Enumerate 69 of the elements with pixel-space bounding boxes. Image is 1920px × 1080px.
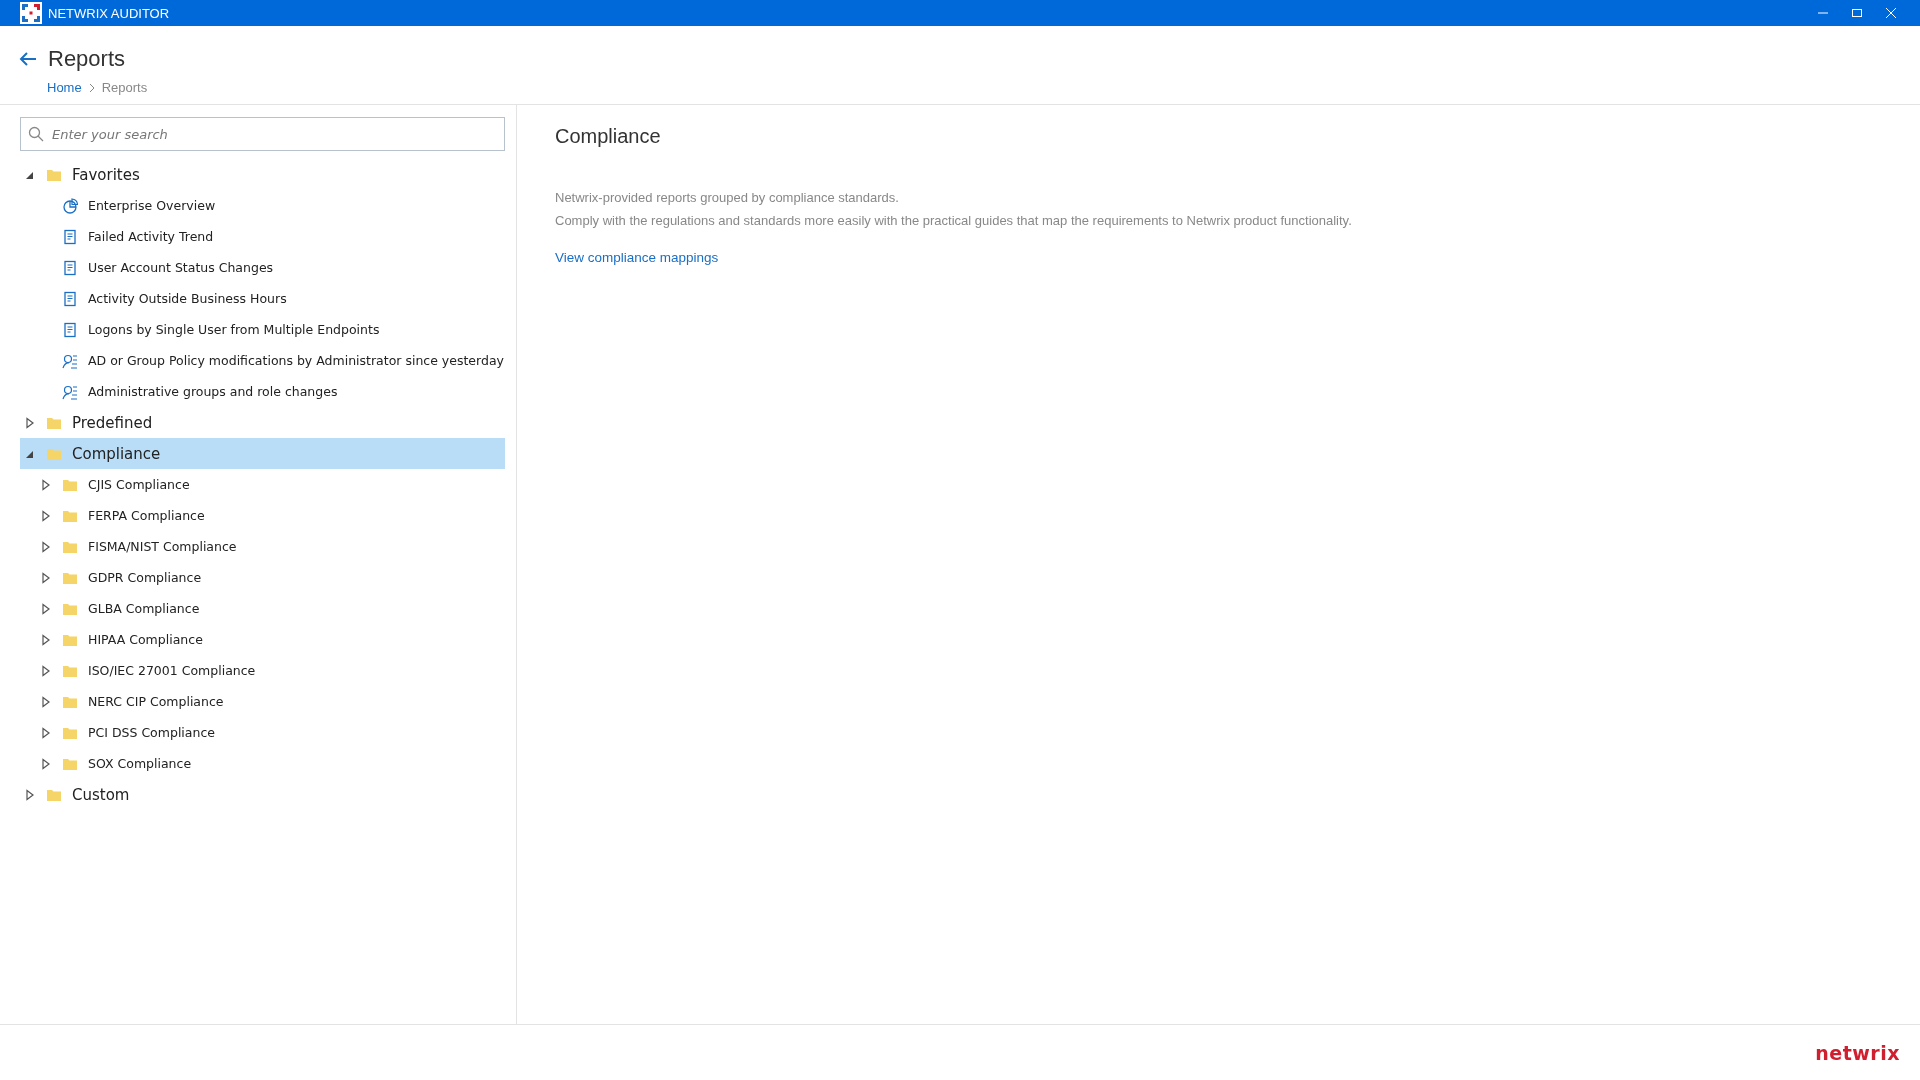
app-logo-icon xyxy=(20,2,42,24)
folder-icon xyxy=(62,694,78,709)
expand-icon[interactable] xyxy=(40,664,52,677)
folder-icon xyxy=(62,477,78,492)
tree-item[interactable]: Custom xyxy=(20,779,505,810)
folder-icon xyxy=(46,167,62,182)
tree-item[interactable]: Predefined xyxy=(20,407,505,438)
tree-item[interactable]: FERPA Compliance xyxy=(20,500,505,531)
folder-icon xyxy=(62,539,78,554)
tree-item[interactable]: FISMA/NIST Compliance xyxy=(20,531,505,562)
folder-icon xyxy=(62,663,78,678)
folder-icon xyxy=(62,508,78,523)
tree-item[interactable]: Activity Outside Business Hours xyxy=(20,283,505,314)
folder-icon xyxy=(62,725,78,740)
user-list-icon xyxy=(62,383,78,400)
tree-item[interactable]: PCI DSS Compliance xyxy=(20,717,505,748)
expand-icon[interactable] xyxy=(40,695,52,708)
expand-icon[interactable] xyxy=(40,571,52,584)
close-icon xyxy=(1885,7,1897,19)
pie-chart-icon xyxy=(62,197,78,214)
tree-item[interactable]: HIPAA Compliance xyxy=(20,624,505,655)
tree-item[interactable]: Failed Activity Trend xyxy=(20,221,505,252)
folder-icon xyxy=(62,632,78,647)
tree-item[interactable]: CJIS Compliance xyxy=(20,469,505,500)
tree-item[interactable]: ISO/IEC 27001 Compliance xyxy=(20,655,505,686)
folder-icon xyxy=(46,787,62,802)
expand-icon[interactable] xyxy=(24,788,36,801)
tree-item[interactable]: AD or Group Policy modifications by Administrator since yesterday xyxy=(20,345,505,376)
tree-item[interactable]: Favorites xyxy=(20,159,505,190)
user-list-icon xyxy=(62,352,78,369)
description-text: Comply with the regulations and standards more easily with the practical guides that map the requirements to Netwrix product functionality. xyxy=(555,212,1353,230)
breadcrumb-current: Reports xyxy=(101,80,148,95)
document-icon xyxy=(62,259,78,276)
tree-item[interactable]: GDPR Compliance xyxy=(20,562,505,593)
document-icon xyxy=(62,321,78,338)
folder-icon xyxy=(46,415,62,430)
expand-icon[interactable] xyxy=(40,478,52,491)
brand-logo: netwrix xyxy=(1815,1041,1900,1064)
mappings-link[interactable]: View compliance mappings xyxy=(555,250,719,265)
chevron-icon xyxy=(87,82,96,93)
search-icon xyxy=(28,126,44,142)
expand-icon[interactable] xyxy=(40,757,52,770)
search-field[interactable]: Enter your search xyxy=(20,117,505,151)
folder-icon xyxy=(62,756,78,771)
tree-item[interactable]: User Account Status Changes xyxy=(20,252,505,283)
section-title: Compliance xyxy=(555,125,662,148)
folder-icon xyxy=(62,601,78,616)
description-text: Netwrix-provided reports grouped by compliance standards. xyxy=(555,189,900,207)
expand-icon[interactable] xyxy=(40,540,52,553)
tree-item[interactable]: Enterprise Overview xyxy=(20,190,505,221)
breadcrumb-link[interactable]: Home xyxy=(47,80,82,95)
window-title: NETWRIX AUDITOR xyxy=(48,5,171,21)
expand-icon[interactable] xyxy=(40,726,52,739)
tree-item[interactable]: Compliance xyxy=(20,438,505,469)
expand-icon[interactable] xyxy=(40,602,52,615)
tree-item[interactable]: GLBA Compliance xyxy=(20,593,505,624)
document-icon xyxy=(62,228,78,245)
folder-icon xyxy=(62,570,78,585)
expand-icon[interactable] xyxy=(40,633,52,646)
tree-item[interactable]: Logons by Single User from Multiple Endpoints xyxy=(20,314,505,345)
expand-icon[interactable] xyxy=(24,416,36,429)
expand-icon[interactable] xyxy=(40,509,52,522)
page-title: Reports xyxy=(48,46,126,72)
tree-item[interactable]: SOX Compliance xyxy=(20,748,505,779)
tree-item[interactable]: NERC CIP Compliance xyxy=(20,686,505,717)
document-icon xyxy=(62,290,78,307)
maximize-icon xyxy=(1851,7,1863,19)
tree-item[interactable]: Administrative groups and role changes xyxy=(20,376,505,407)
folder-icon xyxy=(46,446,62,461)
